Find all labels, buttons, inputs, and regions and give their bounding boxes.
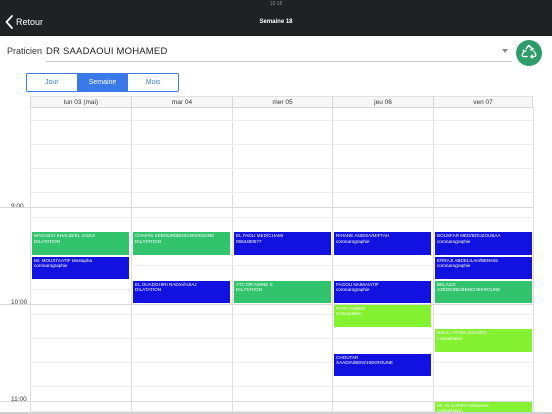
appointment-event[interactable]: CHOUTAR SAADIA/BENCHEKROUNE — [334, 353, 431, 376]
hour-gridline — [0, 304, 533, 305]
praticien-label: Praticien — [7, 46, 43, 56]
refresh-button[interactable] — [516, 40, 542, 66]
appointment-event[interactable]: BAHLI FATMA ZOHARE Consultation — [435, 329, 532, 352]
day-column-divider — [533, 108, 534, 414]
tab-jour[interactable]: Jour — [27, 74, 78, 91]
praticien-select[interactable]: DR SAADAOUI MOHAMED — [46, 42, 512, 62]
appointment-event[interactable]: BOUSFAR MED/BOUZOUBAA coronarographie — [435, 232, 532, 255]
appointment-type: coronarographie — [437, 262, 471, 268]
time-gridline — [30, 386, 532, 387]
hour-gridline — [0, 207, 533, 208]
appointment-event[interactable]: CHAFAK KEBOUR/BENCHEKROUNE DILATATION — [133, 232, 230, 255]
week-calendar[interactable]: lun 03 (mai) mar 04 mer 05 jeu 06 ven 07… — [0, 96, 552, 414]
appointment-type: DILATATION — [135, 287, 162, 293]
app-window: 16:18 Retour Semaine 18 Praticien DR SAA… — [0, 0, 552, 414]
praticien-row: Praticien DR SAADAOUI MOHAMED — [0, 36, 552, 68]
appointment-patient: CHAFAK KEBOUR/BENCHEKROUNE — [135, 233, 215, 239]
day-column-divider — [332, 108, 333, 414]
appointment-event[interactable]: RAFII AHMED Consultation — [334, 305, 431, 328]
appointment-event[interactable]: EL OUADGHIRI RADIA/HJIAJ DILATATION — [133, 280, 230, 303]
view-segmented-control: Jour Semaine Mois — [26, 73, 179, 92]
time-gridline — [30, 120, 532, 121]
recycle-icon — [521, 44, 537, 59]
time-gridline — [30, 314, 532, 315]
day-column-divider — [30, 108, 31, 414]
appointment-type: coronarographie — [336, 287, 370, 293]
appointment-type: 0664490577 — [236, 238, 262, 244]
appointment-event[interactable]: MACHICH KHALID/EL JAOUI DILATATION — [32, 232, 129, 255]
appointment-type: coronarographie — [336, 238, 370, 244]
day-header-wed: mer 05 — [232, 96, 332, 108]
day-header-mon: lun 03 (mai) — [30, 96, 131, 108]
appointment-event[interactable]: EL FADLI MED/CHAMI 0664490577 — [234, 232, 331, 255]
appointment-type: Consultation — [336, 311, 362, 317]
status-time: 16:18 — [269, 1, 283, 7]
status-bar: 16:18 — [0, 0, 552, 8]
time-gridline — [30, 192, 532, 193]
appointment-type: coronarographie — [437, 238, 471, 244]
appointment-type: DILATATION — [236, 287, 263, 293]
day-header-thu: jeu 06 — [332, 96, 433, 108]
appointment-event[interactable]: BELAZIZ AZEDDINE/BENCHEKROUNE — [435, 280, 532, 303]
appointment-type: DILATATION — [34, 238, 61, 244]
appointment-event[interactable]: ERRAJI ABDELILAH/BENNIS coronarographie — [435, 256, 532, 279]
appointment-event[interactable]: FAGOU NAIMA/ATIF coronarographie — [334, 280, 431, 303]
chevron-left-icon — [5, 15, 13, 29]
day-header-tue: mar 04 — [131, 96, 232, 108]
appointment-type: SAADIA/BENCHEKROUNE — [336, 359, 393, 365]
appointment-type: coronarographie — [34, 262, 68, 268]
time-gridline — [30, 168, 532, 169]
appointment-type: Consultation — [437, 335, 463, 341]
praticien-value: DR SAADAOUI MOHAMED — [46, 46, 168, 57]
appointment-type: DILATATION — [135, 238, 162, 244]
time-gridline — [30, 217, 532, 218]
caret-down-icon — [502, 49, 508, 53]
appointment-type: AZEDDINE/BENCHEKROUNE — [437, 287, 501, 293]
tab-semaine[interactable]: Semaine — [77, 74, 129, 91]
appointment-event[interactable]: Mr. MOUSTAATIF Mustapha coronarographie — [32, 256, 129, 279]
back-button[interactable]: Retour — [5, 12, 43, 32]
day-column-divider — [433, 108, 434, 414]
tab-mois[interactable]: Mois — [128, 74, 178, 91]
day-column-divider — [131, 108, 132, 414]
day-column-divider — [232, 108, 233, 414]
time-gridline — [30, 362, 532, 363]
time-gridline — [30, 144, 532, 145]
appointment-event[interactable]: ATC DR AMINE S DILATATION — [234, 280, 331, 303]
day-header-fri: ven 07 — [433, 96, 533, 108]
appointment-event[interactable]: RIHANE ANISSA/MIFTAH coronarographie — [334, 232, 431, 255]
back-label: Retour — [16, 17, 44, 27]
nav-bar: Retour Semaine 18 — [0, 8, 552, 36]
page-title: Semaine 18 — [259, 19, 293, 25]
